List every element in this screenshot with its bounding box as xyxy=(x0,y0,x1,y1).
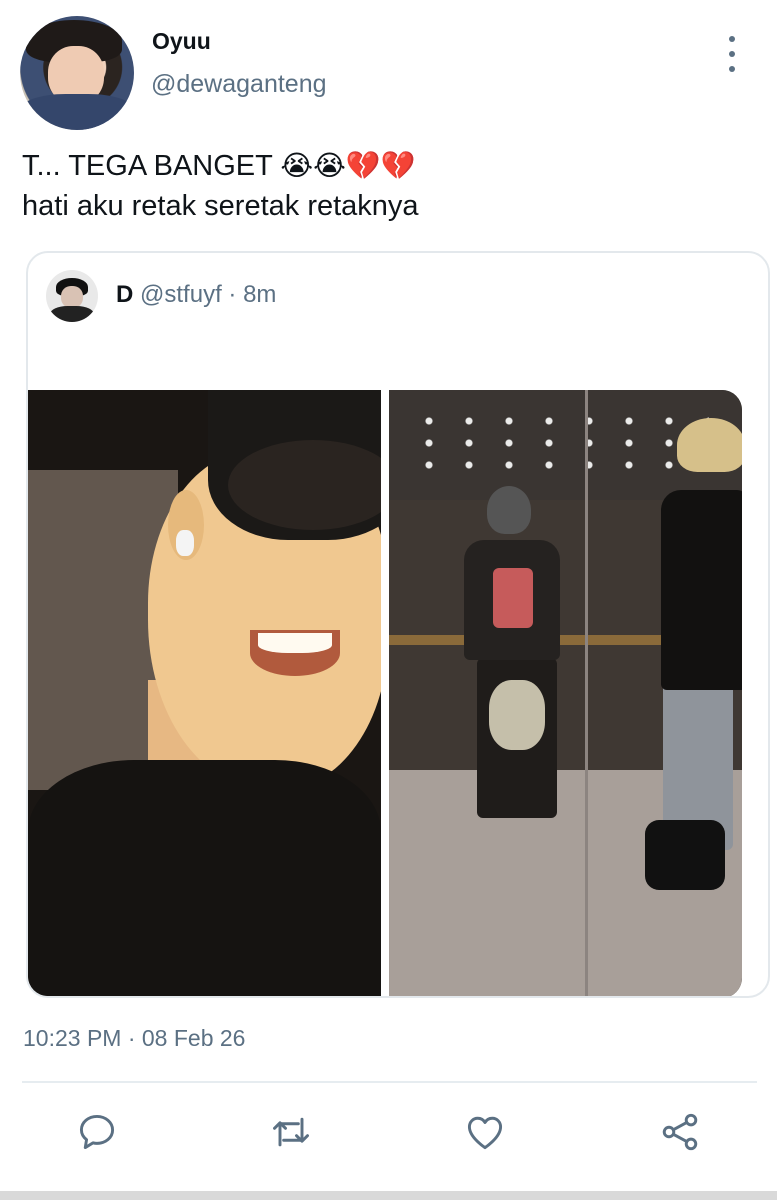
retweet-icon xyxy=(273,1117,309,1147)
media-photo-1[interactable] xyxy=(28,390,381,996)
quoted-tweet-card[interactable]: D @stfuyf · 8m xyxy=(26,251,770,998)
media-photo-2[interactable] xyxy=(389,390,742,996)
quoted-tweet-media xyxy=(28,390,768,996)
photo-person2-jacket xyxy=(661,490,742,690)
more-options-button[interactable] xyxy=(716,36,748,72)
tweet-text-line-1: T... TEGA BANGET 😭😭💔💔 xyxy=(22,146,752,186)
photo-person1-beanie xyxy=(487,486,531,534)
bottom-edge-bar xyxy=(0,1191,777,1200)
tweet-timestamp[interactable]: 10:23 PM · 08 Feb 26 xyxy=(23,1025,245,1052)
quoted-avatar-face xyxy=(61,286,83,308)
quoted-tweet-time: 8m xyxy=(243,281,277,308)
quoted-author-handle[interactable]: @stfuyf xyxy=(140,281,222,308)
tweet-text: T... TEGA BANGET 😭😭💔💔 hati aku retak ser… xyxy=(22,146,752,226)
quoted-avatar-body xyxy=(50,306,94,322)
more-vertical-icon-dot xyxy=(729,51,735,57)
heart-icon xyxy=(467,1116,503,1150)
photo-teeth xyxy=(258,633,332,653)
retweet-button[interactable] xyxy=(267,1108,315,1156)
share-icon xyxy=(662,1113,698,1151)
tweet-text-line-2: hati aku retak seretak retaknya xyxy=(22,190,419,222)
divider xyxy=(22,1081,757,1083)
more-vertical-icon-dot xyxy=(729,66,735,72)
avatar-hood xyxy=(20,94,134,130)
tweet-actions-bar xyxy=(0,1108,777,1158)
tweet-text-words: T... TEGA BANGET xyxy=(22,150,273,182)
share-button[interactable] xyxy=(656,1108,704,1156)
tweet-emojis: 😭😭💔💔 xyxy=(280,149,416,182)
photo-shirt xyxy=(28,760,381,996)
photo-person1-pants-stripe xyxy=(489,680,545,750)
photo-person1-shirt-print xyxy=(493,568,533,628)
reply-button[interactable] xyxy=(73,1108,121,1156)
more-vertical-icon xyxy=(729,36,735,42)
photo-person2-hair xyxy=(677,418,742,472)
quoted-author-display-name[interactable]: D xyxy=(116,281,133,308)
like-button[interactable] xyxy=(461,1108,509,1156)
quoted-tweet-header: D @stfuyf · 8m xyxy=(116,281,276,309)
photo-mirror-seam xyxy=(585,390,588,996)
quoted-author-avatar[interactable] xyxy=(46,270,98,322)
photo-person2-boots xyxy=(645,820,725,890)
photo-earbud xyxy=(176,530,194,556)
quoted-meta-separator: · xyxy=(228,281,237,308)
tweet-detail: Oyuu @dewaganteng T... TEGA BANGET 😭😭💔💔 … xyxy=(0,0,777,1200)
author-avatar[interactable] xyxy=(20,16,134,130)
author-handle[interactable]: @dewaganteng xyxy=(151,70,327,99)
author-display-name[interactable]: Oyuu xyxy=(152,28,211,55)
reply-icon xyxy=(79,1114,115,1150)
photo-ceiling-lights xyxy=(409,410,709,480)
